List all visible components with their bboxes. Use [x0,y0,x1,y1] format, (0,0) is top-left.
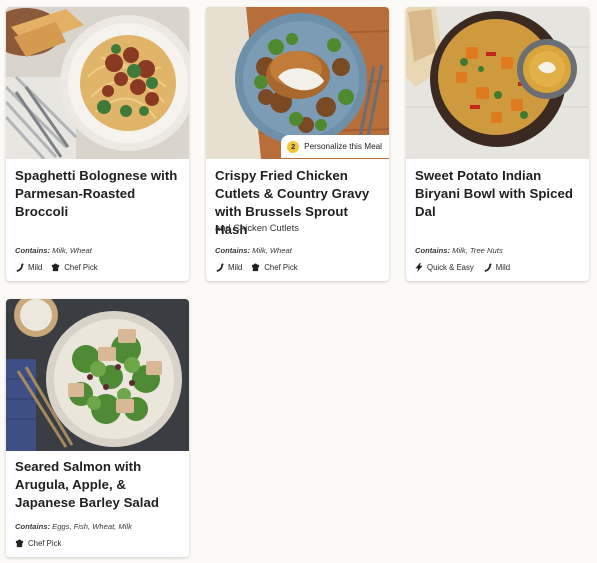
meal-title[interactable]: Sweet Potato Indian Biryani Bowl with Sp… [415,167,581,221]
tag-chef-pick: Chef Pick [15,539,61,548]
allergen-info: Contains: Milk, Tree Nuts [415,246,503,255]
meal-tags: Quick & Easy Mild [415,263,510,272]
allergen-list: Milk, Wheat [52,246,92,255]
personalize-meal-button[interactable]: 2 Personalize this Meal [281,135,389,158]
tag-label: Chef Pick [264,263,298,272]
chef-hat-icon [52,263,60,272]
tag-mild: Mild [15,263,42,272]
tag-mild: Mild [483,263,510,272]
meal-card-crispy-fried-chicken[interactable]: 2 Personalize this Meal Crispy Fried Chi… [206,7,389,281]
chili-pepper-icon [216,263,224,272]
meal-card-sweet-potato-biryani[interactable]: Sweet Potato Indian Biryani Bowl with Sp… [406,7,589,281]
contains-label: Contains: [15,246,51,255]
allergen-list: Milk, Tree Nuts [452,246,503,255]
chef-hat-icon [15,539,24,548]
allergen-info: Contains: Milk, Wheat [15,246,92,255]
contains-label: Contains: [15,522,51,531]
tag-label: Mild [228,263,243,272]
meal-title[interactable]: Seared Salmon with Arugula, Apple, & Jap… [15,458,181,512]
meal-tags: Chef Pick [15,539,61,548]
tag-label: Chef Pick [28,539,62,548]
meal-photo[interactable] [406,7,589,159]
lightning-bolt-icon [415,263,423,272]
tag-label: Chef Pick [64,263,98,272]
tag-label: Mild [495,263,511,272]
meal-subtitle: and Chicken Cutlets [215,222,299,233]
contains-label: Contains: [415,246,451,255]
meal-photo[interactable] [6,7,189,159]
meal-photo[interactable] [6,299,189,451]
chili-pepper-icon [16,263,24,272]
chef-hat-icon [252,263,260,272]
tag-mild: Mild [215,263,242,272]
personalize-label: Personalize this Meal [304,142,382,151]
meal-card-spaghetti-bolognese[interactable]: Spaghetti Bolognese with Parmesan-Roaste… [6,7,189,281]
meal-tags: Mild Chef Pick [15,263,98,272]
tag-chef-pick: Chef Pick [251,263,298,272]
allergen-info: Contains: Eggs, Fish, Wheat, Milk [15,522,132,531]
allergen-list: Eggs, Fish, Wheat, Milk [52,522,132,531]
tag-quick-easy: Quick & Easy [415,263,474,272]
option-count-badge: 2 [287,140,300,153]
meal-title[interactable]: Spaghetti Bolognese with Parmesan-Roaste… [15,167,181,221]
chili-pepper-icon [484,263,492,272]
meal-tags: Mild Chef Pick [215,263,298,272]
allergen-info: Contains: Milk, Wheat [215,246,292,255]
allergen-list: Milk, Wheat [252,246,292,255]
tag-label: Mild [28,263,43,272]
meal-card-seared-salmon[interactable]: Seared Salmon with Arugula, Apple, & Jap… [6,299,189,557]
tag-label: Quick & Easy [427,263,474,272]
tag-chef-pick: Chef Pick [51,263,98,272]
contains-label: Contains: [215,246,251,255]
